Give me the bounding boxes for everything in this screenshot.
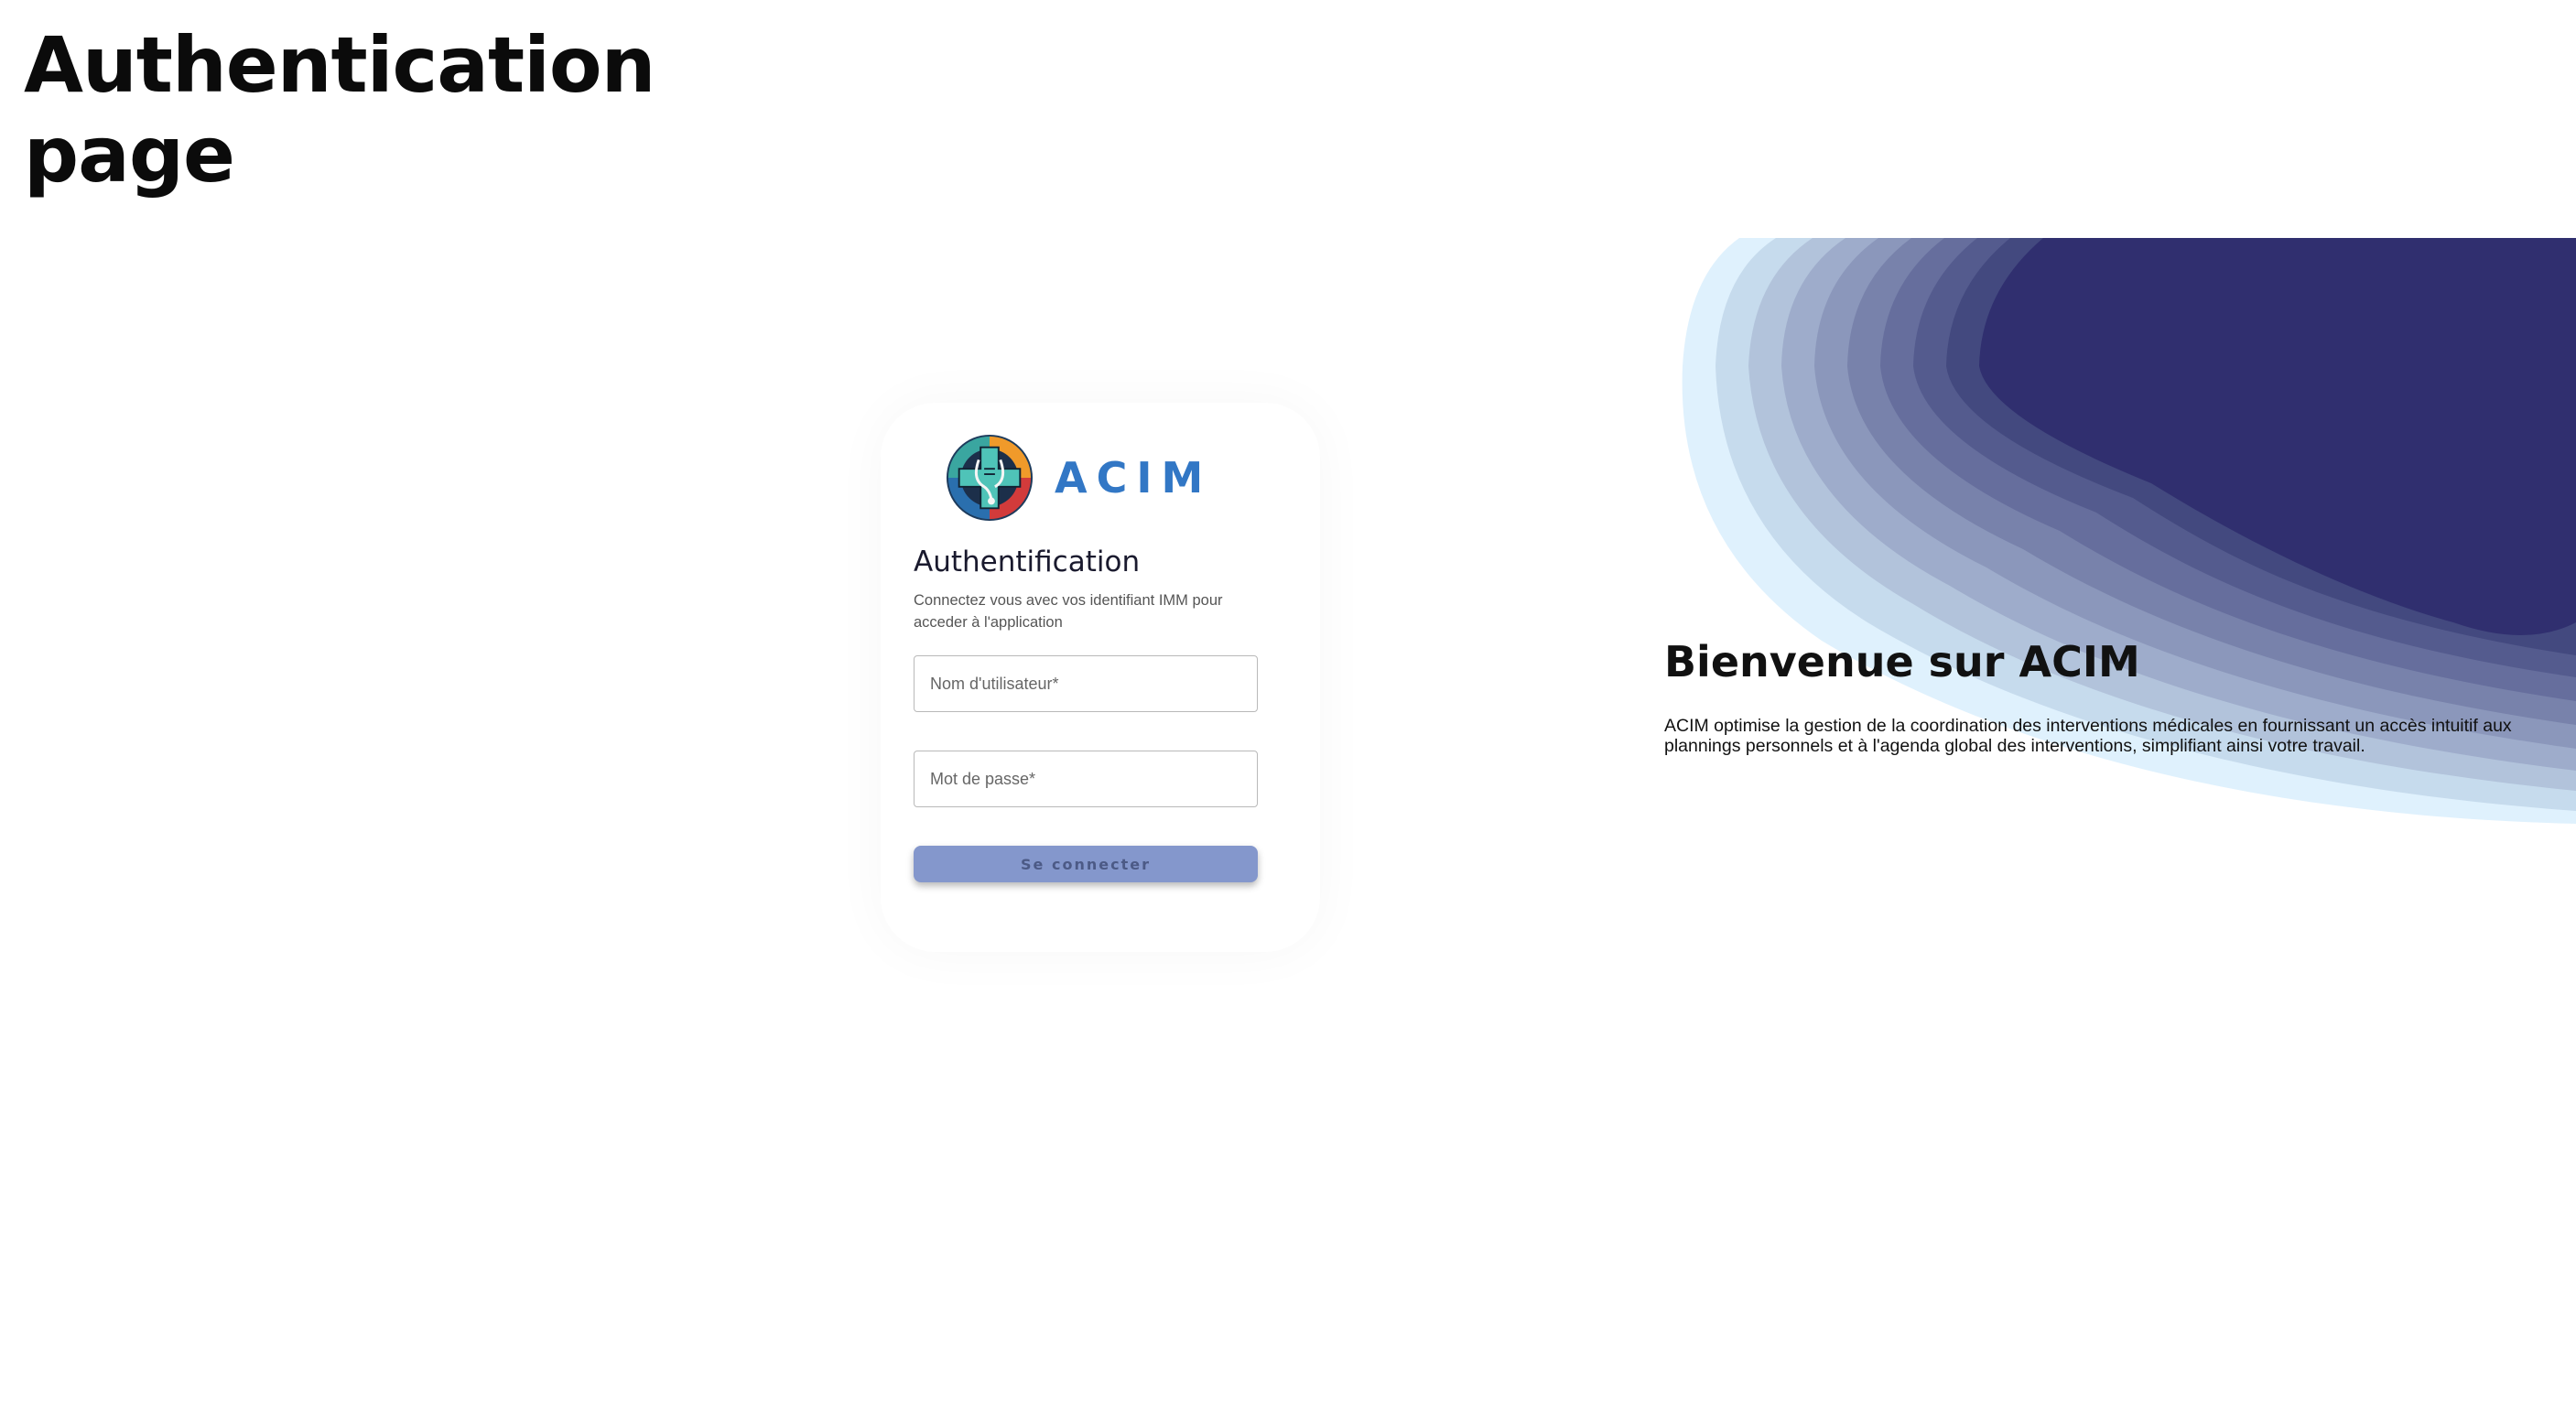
username-placeholder: Nom d'utilisateur*	[930, 674, 1059, 693]
login-button[interactable]: Se connecter	[914, 846, 1258, 882]
auth-subtitle: Connectez vous avec vos identifiant IMM …	[914, 592, 1223, 631]
password-field[interactable]: Mot de passe*	[914, 751, 1258, 807]
page-frame-title-line2: page	[24, 110, 235, 200]
username-field[interactable]: Nom d'utilisateur*	[914, 655, 1258, 712]
page-frame-title-line1: Authentication	[24, 20, 655, 110]
password-placeholder: Mot de passe*	[930, 769, 1036, 788]
welcome-title: Bienvenue sur ACIM	[1664, 637, 2140, 686]
page-frame-title: Authentication page	[24, 20, 655, 200]
acim-logo: ACIM	[945, 432, 1212, 524]
welcome-description: ACIM optimise la gestion de la coordinat…	[1664, 716, 2512, 756]
auth-heading: Authentification	[914, 546, 1141, 578]
logo-text: ACIM	[1055, 453, 1213, 502]
medical-cross-emblem-icon	[946, 434, 1034, 522]
